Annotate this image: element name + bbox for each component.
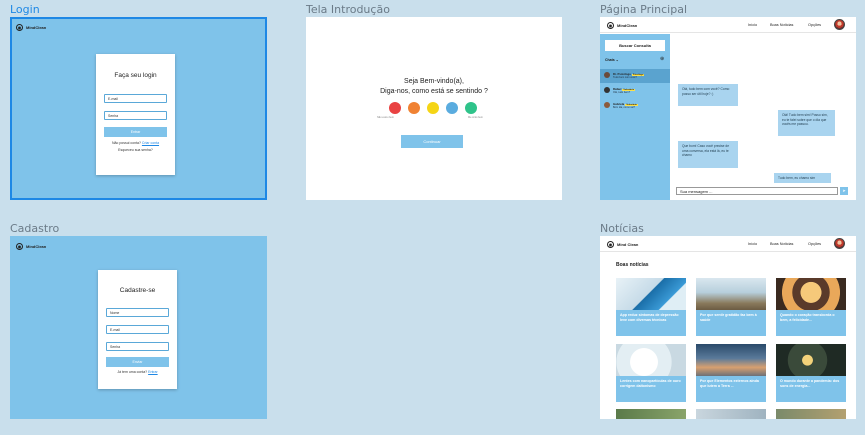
user-avatar[interactable] — [834, 19, 845, 30]
mood-very-bad[interactable] — [389, 102, 401, 114]
nav-boas-noticias[interactable]: Boas Notícias — [770, 242, 793, 246]
news-card-partial[interactable] — [696, 409, 766, 419]
chat-sidebar: Buscar Consulta Chats ⌄ ⊕ Dr. Psicólogo P… — [600, 34, 670, 200]
create-account-link[interactable]: Criar conta — [142, 141, 159, 145]
intro-frame[interactable]: Seja Bem-vindo(a), Diga-nos, como está s… — [306, 17, 562, 200]
login-card: Faça seu login E-mail Senha Entrar Não p… — [96, 54, 175, 175]
avatar — [604, 87, 610, 93]
login-frame[interactable]: ◉ MindClean Faça seu login E-mail Senha … — [10, 17, 267, 200]
news-card[interactable]: Quando o coração transborda o bem, a fel… — [776, 278, 846, 336]
brand-name: MindClean — [26, 244, 47, 249]
login-title: Faça seu login — [114, 72, 157, 79]
no-account-text: Não possui conta? — [111, 141, 141, 145]
message-sent: Olá! Tudo bem sim! Posso sim, eu te fale… — [778, 110, 835, 136]
signup-title: Cadastre-se — [119, 287, 156, 294]
chats-label[interactable]: Chats ⌄ — [605, 58, 619, 62]
email-field[interactable]: E-mail — [104, 94, 167, 103]
news-image — [776, 278, 846, 314]
frame-title-signup[interactable]: Cadastro — [10, 222, 59, 235]
name-field[interactable]: Nome — [106, 308, 169, 317]
nav-inicio[interactable]: Início — [748, 242, 757, 246]
brand-logo: ◉ MindClean — [16, 243, 46, 250]
message-input[interactable]: Sua mensagem ... — [676, 187, 838, 195]
send-button[interactable]: Enviar — [106, 357, 169, 367]
mood-neutral[interactable] — [427, 102, 439, 114]
news-frame[interactable]: ◉ Mind Clean Início Boas Notícias Opções… — [600, 236, 856, 419]
has-account-text: Já tem uma conta? — [117, 370, 148, 374]
news-card[interactable]: Por que Elementos externos ainda que lut… — [696, 344, 766, 402]
news-caption: Por que Elementos externos ainda que lut… — [696, 376, 766, 402]
news-section-title: Boas notícias — [616, 262, 649, 268]
message-received: Que bom! Caso você precise de uma conver… — [678, 141, 738, 168]
news-card[interactable]: App reduz sintomas de depressão leve com… — [616, 278, 686, 336]
nav-boas-noticias[interactable]: Boas Notícias — [770, 23, 793, 27]
login-link[interactable]: Entrar — [148, 370, 158, 374]
add-user-icon[interactable]: ⊕ — [660, 56, 664, 62]
chevron-down-icon: ⌄ — [615, 58, 619, 62]
chat-item[interactable]: Gabriela Voluntária Bom dia, como vai? — [600, 99, 670, 113]
main-frame[interactable]: ◉ MindClean Início Boas Notícias Opções … — [600, 17, 856, 200]
news-caption: O mundo durante a pandemia: dos sons de … — [776, 376, 846, 402]
news-caption: App reduz sintomas de depressão leve com… — [616, 310, 686, 336]
news-image — [696, 278, 766, 314]
intro-welcome: Seja Bem-vindo(a), — [404, 78, 464, 85]
mood-good[interactable] — [446, 102, 458, 114]
signup-card: Cadastre-se Nome E-mail Senha Enviar Já … — [98, 270, 177, 389]
forgot-password-link[interactable]: Esqueceu sua senha? — [96, 148, 175, 152]
brand-name: MindClean — [617, 23, 638, 28]
frame-title-news[interactable]: Notícias — [600, 222, 644, 235]
brain-icon: ◉ — [16, 24, 23, 31]
news-image — [776, 344, 846, 380]
brand-logo: ◉ MindClean — [16, 24, 46, 31]
brain-icon: ◉ — [16, 243, 23, 250]
create-account-note: Não possui conta? Criar conta — [96, 141, 175, 145]
app-header: ◉ MindClean Início Boas Notícias Opções — [600, 17, 856, 33]
nav-opcoes[interactable]: Opções — [808, 23, 821, 27]
frame-title-intro[interactable]: Tela Introdução — [306, 3, 390, 16]
chat-item[interactable]: Dr. Psicólogo Psicólogo Tudo bem com você? — [600, 69, 670, 83]
continue-button[interactable]: Continuar — [401, 135, 463, 148]
news-card[interactable]: Por que sentir gratidão faz bem à saúde — [696, 278, 766, 336]
search-consult-button[interactable]: Buscar Consulta — [605, 40, 665, 51]
frame-title-main[interactable]: Página Principal — [600, 3, 687, 16]
news-card-partial[interactable] — [776, 409, 846, 419]
scale-low-label: Não estou bem — [377, 116, 394, 119]
nav-opcoes[interactable]: Opções — [808, 242, 821, 246]
intro-question: Diga-nos, como está se sentindo ? — [380, 88, 488, 95]
news-image — [696, 344, 766, 380]
app-header: ◉ Mind Clean Início Boas Notícias Opções — [600, 236, 856, 252]
nav-inicio[interactable]: Início — [748, 23, 757, 27]
login-note: Já tem uma conta? Entrar — [98, 370, 177, 374]
news-image — [616, 344, 686, 380]
password-field[interactable]: Senha — [104, 111, 167, 120]
brand-logo[interactable]: ◉ Mind Clean — [607, 241, 638, 248]
frame-title-login[interactable]: Login — [10, 3, 40, 16]
avatar — [604, 102, 610, 108]
news-caption: Por que sentir gratidão faz bem à saúde — [696, 310, 766, 336]
brain-icon: ◉ — [607, 241, 614, 248]
message-received: Olá, tudo bem com você? Como posso ser ú… — [678, 84, 738, 106]
scale-high-label: Me sinto bem — [468, 116, 484, 119]
user-avatar[interactable] — [834, 238, 845, 249]
news-caption: Lentes com nanopartículas de ouro corrig… — [616, 376, 686, 402]
password-field[interactable]: Senha — [106, 342, 169, 351]
news-card[interactable]: Lentes com nanopartículas de ouro corrig… — [616, 344, 686, 402]
email-field[interactable]: E-mail — [106, 325, 169, 334]
brand-logo[interactable]: ◉ MindClean — [607, 22, 637, 29]
brain-icon: ◉ — [607, 22, 614, 29]
news-card-partial[interactable] — [616, 409, 686, 419]
news-caption: Quando o coração transborda o bem, a fel… — [776, 310, 846, 336]
brand-name: Mind Clean — [617, 242, 639, 247]
message-sent: Tudo bem, eu chamo sim — [774, 173, 831, 183]
mood-very-good[interactable] — [465, 102, 477, 114]
news-image — [616, 278, 686, 314]
login-button[interactable]: Entrar — [104, 127, 167, 137]
news-card[interactable]: O mundo durante a pandemia: dos sons de … — [776, 344, 846, 402]
send-button[interactable]: ➤ — [840, 187, 848, 195]
signup-frame[interactable]: ◉ MindClean Cadastre-se Nome E-mail Senh… — [10, 236, 267, 419]
mood-bad[interactable] — [408, 102, 420, 114]
chat-item[interactable]: Rafael Voluntário Olá, tudo bem? — [600, 84, 670, 98]
brand-name: MindClean — [26, 25, 47, 30]
avatar — [604, 72, 610, 78]
